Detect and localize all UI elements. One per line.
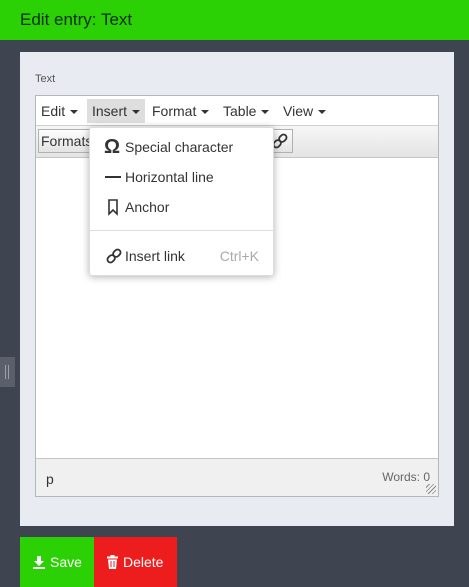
menu-label: Edit bbox=[41, 103, 66, 119]
menu-format[interactable]: Format bbox=[147, 99, 214, 123]
resize-handle-icon[interactable] bbox=[426, 484, 436, 494]
menu-insert[interactable]: Insert bbox=[87, 99, 146, 123]
menu-item-label: Insert link bbox=[125, 248, 185, 264]
editor-menubar: Edit Insert Format Table View bbox=[36, 96, 438, 126]
caret-down-icon bbox=[70, 110, 79, 115]
menu-label: Format bbox=[152, 103, 197, 119]
footer-bar: Save Delete bbox=[0, 537, 469, 587]
menu-label: Insert bbox=[92, 103, 128, 119]
horizontal-line-icon bbox=[104, 162, 122, 192]
download-icon bbox=[33, 556, 45, 569]
edit-panel: Text Edit Insert Format Table View Forma… bbox=[20, 52, 454, 526]
element-path[interactable]: p bbox=[46, 471, 54, 487]
menu-label: Table bbox=[223, 103, 257, 119]
menu-table[interactable]: Table bbox=[218, 99, 274, 123]
omega-icon: Ω bbox=[104, 136, 121, 158]
menu-item-anchor[interactable]: Anchor bbox=[90, 192, 273, 222]
menu-item-horizontal-line[interactable]: Horizontal line bbox=[90, 162, 273, 192]
save-button[interactable]: Save bbox=[20, 537, 94, 587]
editor-statusbar: p Words: 0 bbox=[36, 458, 438, 496]
word-count: Words: 0 bbox=[382, 470, 430, 484]
field-label: Text bbox=[35, 73, 56, 85]
insert-dropdown-menu: Ω Special character Horizontal line Anch… bbox=[89, 127, 274, 276]
caret-down-icon bbox=[261, 110, 270, 115]
menu-item-label: Horizontal line bbox=[125, 169, 214, 185]
caret-down-icon bbox=[318, 110, 327, 115]
link-icon bbox=[104, 241, 122, 271]
keyboard-shortcut: Ctrl+K bbox=[219, 248, 259, 264]
menu-item-label: Special character bbox=[125, 139, 234, 155]
page-title: Edit entry: Text bbox=[0, 0, 469, 40]
menu-item-insert-link[interactable]: Insert link Ctrl+K bbox=[90, 241, 273, 271]
menu-separator bbox=[90, 230, 273, 231]
delete-label: Delete bbox=[123, 554, 164, 570]
delete-button[interactable]: Delete bbox=[94, 537, 177, 587]
menu-view[interactable]: View bbox=[278, 99, 331, 123]
menu-label: View bbox=[283, 103, 314, 119]
menu-edit[interactable]: Edit bbox=[36, 99, 83, 123]
menu-item-special-character[interactable]: Ω Special character bbox=[90, 132, 273, 162]
caret-down-icon bbox=[201, 110, 210, 115]
caret-down-icon bbox=[132, 110, 141, 115]
bookmark-icon bbox=[104, 192, 122, 222]
save-label: Save bbox=[50, 554, 82, 570]
trash-icon bbox=[107, 555, 118, 569]
side-panel-handle[interactable] bbox=[0, 357, 15, 387]
menu-item-label: Anchor bbox=[125, 199, 170, 215]
